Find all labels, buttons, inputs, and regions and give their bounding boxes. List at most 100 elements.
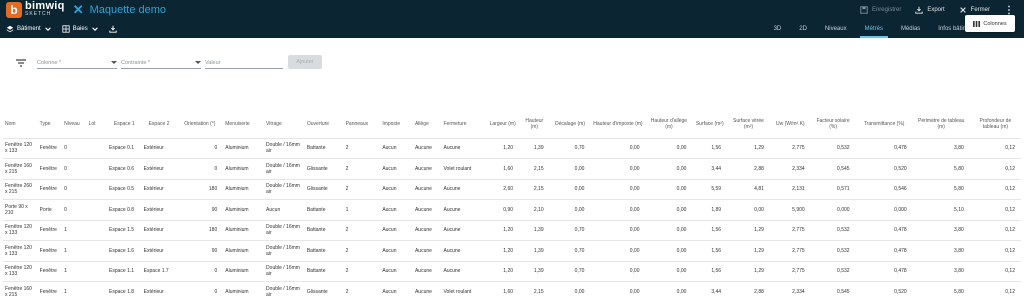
table-cell: 1,29 bbox=[727, 260, 770, 282]
table-cell: Espace 1.5 bbox=[107, 219, 142, 241]
table-cell: 1,39 bbox=[519, 260, 550, 282]
table-cell: Aluminium bbox=[223, 158, 265, 179]
column-header[interactable]: Vitrage bbox=[264, 110, 305, 138]
column-header[interactable]: Imposte bbox=[380, 110, 413, 138]
close-project-icon[interactable]: ✕ bbox=[73, 2, 84, 18]
table-cell: 2 bbox=[343, 137, 381, 159]
table-row[interactable]: Fenêtre 120 x 133 Fenêtre 1 Espace 1.5 Extér… bbox=[3, 219, 1021, 241]
column-header[interactable]: Fermeture bbox=[442, 110, 487, 138]
table-cell: Aucun bbox=[380, 137, 413, 159]
table-cell: Fenêtre 120 x 133 bbox=[3, 137, 38, 159]
table-cell: 0,545 bbox=[810, 281, 856, 302]
more-options-icon[interactable]: ⋮ bbox=[1004, 5, 1014, 16]
table-row[interactable]: Fenêtre 120 x 133 Fenêtre 1 Espace 1.6 Extér… bbox=[3, 240, 1021, 261]
column-header[interactable]: Type bbox=[38, 110, 62, 138]
column-header[interactable]: Ouverture bbox=[305, 110, 344, 138]
table-cell: 0,00 bbox=[645, 219, 693, 241]
nav-tab[interactable]: Niveaux bbox=[816, 20, 856, 38]
value-input[interactable]: Valeur bbox=[205, 57, 283, 69]
close-button[interactable]: Fermer bbox=[959, 6, 990, 14]
filter-icon[interactable] bbox=[16, 59, 26, 67]
table-cell: 1,56 bbox=[692, 240, 728, 261]
export-button[interactable]: Export bbox=[915, 6, 945, 14]
column-header[interactable]: Hauteur d'imposte (m) bbox=[590, 110, 645, 138]
column-header[interactable]: Allège bbox=[413, 110, 442, 138]
column-header[interactable]: Nom bbox=[3, 110, 38, 138]
column-header[interactable]: Facteur solaire (%) bbox=[811, 110, 856, 138]
table-cell: 0,00 bbox=[645, 281, 693, 302]
table-cell: 3,80 bbox=[912, 137, 970, 159]
column-header[interactable]: Panneaux bbox=[344, 110, 381, 138]
table-cell: Aucune bbox=[441, 219, 487, 241]
table-row[interactable]: Fenêtre 260 x 215 Fenêtre 0 Espace 0.5 Extér… bbox=[3, 178, 1021, 200]
add-filter-button[interactable]: Ajouter bbox=[288, 55, 322, 69]
table-row[interactable]: Porte 90 x 210 Porte 0 Espace 0.8 Extérieur 9… bbox=[3, 199, 1021, 220]
column-header[interactable]: Uw (W/m².K) bbox=[770, 110, 811, 138]
table-cell: Extérieur bbox=[141, 240, 177, 261]
nav-tab[interactable]: 3D bbox=[765, 20, 791, 38]
table-row[interactable]: Fenêtre 160 x 215 Fenêtre 0 Espace 0.6 Extér… bbox=[3, 158, 1021, 179]
download-button[interactable] bbox=[109, 25, 117, 33]
table-cell: Espace 0.5 bbox=[107, 178, 142, 200]
building-dropdown[interactable]: Bâtiment bbox=[6, 25, 52, 33]
table-cell: 1 bbox=[62, 281, 87, 302]
table-cell: 1,20 bbox=[486, 240, 520, 261]
table-row[interactable]: Fenêtre 160 x 215 Fenêtre 1 Espace 1.8 Extér… bbox=[3, 281, 1021, 302]
table-cell: 5,80 bbox=[912, 281, 970, 302]
column-header[interactable]: Surface (m²) bbox=[692, 110, 727, 138]
table-cell bbox=[86, 281, 107, 302]
bays-dropdown[interactable]: Baies bbox=[62, 25, 99, 33]
save-button[interactable]: Enregistrer bbox=[860, 6, 901, 14]
table-header-row: Nom Type Niveau Lot Espace 1 Espace 2 Orientat… bbox=[3, 110, 1021, 138]
table-cell: 2,334 bbox=[769, 158, 811, 179]
table-cell: 0,12 bbox=[969, 219, 1021, 241]
column-header[interactable]: Orientation (°) bbox=[176, 110, 223, 138]
table-cell: Aucune bbox=[412, 158, 442, 179]
table-cell: Aucune bbox=[441, 178, 487, 200]
table-cell: Fenêtre 260 x 215 bbox=[3, 178, 38, 200]
column-header[interactable]: Profondeur de tableau (m) bbox=[970, 110, 1021, 138]
nav-tab[interactable]: 2D bbox=[790, 20, 816, 38]
table-cell: Aucun bbox=[380, 178, 413, 200]
constraint-select[interactable]: Contrainte * bbox=[121, 57, 201, 69]
table-cell: 0,546 bbox=[855, 178, 913, 200]
table-row[interactable]: Fenêtre 120 x 133 Fenêtre 0 Espace 0.1 Extér… bbox=[3, 137, 1021, 159]
column-select-placeholder: Colonne * bbox=[37, 59, 62, 66]
nav-tab[interactable]: Métrés bbox=[856, 20, 892, 38]
column-header[interactable]: Hauteur (m) bbox=[519, 110, 550, 138]
column-header[interactable]: Espace 1 bbox=[107, 110, 142, 138]
column-header[interactable]: Hauteur d'allège (m) bbox=[645, 110, 692, 138]
table-cell: Aucune bbox=[412, 281, 442, 302]
table-cell: 0 bbox=[62, 199, 87, 220]
column-header[interactable]: Décalage (m) bbox=[550, 110, 591, 138]
table-cell: Aucune bbox=[441, 137, 487, 159]
table-cell: 0,520 bbox=[855, 158, 913, 179]
column-header[interactable]: Lot bbox=[87, 110, 107, 138]
table-cell: Glissante bbox=[304, 178, 344, 200]
table-cell: Aucune bbox=[441, 260, 487, 282]
table-cell: 0,00 bbox=[727, 199, 770, 220]
column-header[interactable]: Largeur (m) bbox=[486, 110, 519, 138]
table-cell: 2 bbox=[343, 219, 381, 241]
column-header[interactable]: Surface vitrée (m²) bbox=[727, 110, 770, 138]
column-select[interactable]: Colonne * bbox=[37, 57, 117, 69]
columns-button[interactable]: Colonnes bbox=[965, 15, 1015, 32]
table-cell: 2 bbox=[343, 178, 381, 200]
export-label: Export bbox=[927, 7, 945, 13]
nav-tab[interactable]: Médias bbox=[892, 20, 929, 38]
column-header[interactable]: Espace 2 bbox=[142, 110, 177, 138]
table-row[interactable]: Fenêtre 120 x 133 Fenêtre 1 Espace 1.1 Espac… bbox=[3, 260, 1021, 282]
column-header[interactable]: Niveau bbox=[62, 110, 86, 138]
app-logo[interactable]: b bimwiq SKETCH bbox=[6, 1, 65, 18]
column-header[interactable]: Transmittance (%) bbox=[856, 110, 913, 138]
table-cell: Extérieur bbox=[141, 281, 177, 302]
table-cell: 2,775 bbox=[769, 240, 811, 261]
table-cell: 1,39 bbox=[519, 219, 550, 241]
table-cell: 0,00 bbox=[590, 260, 646, 282]
column-header[interactable]: Menuiserie bbox=[223, 110, 264, 138]
table-cell: 3,44 bbox=[692, 281, 728, 302]
logo-mark: b bbox=[6, 2, 22, 18]
column-header[interactable]: Périmètre de tableau (m) bbox=[913, 110, 970, 138]
table-cell: Extérieur bbox=[141, 219, 177, 241]
table-cell: 0,00 bbox=[645, 137, 693, 159]
